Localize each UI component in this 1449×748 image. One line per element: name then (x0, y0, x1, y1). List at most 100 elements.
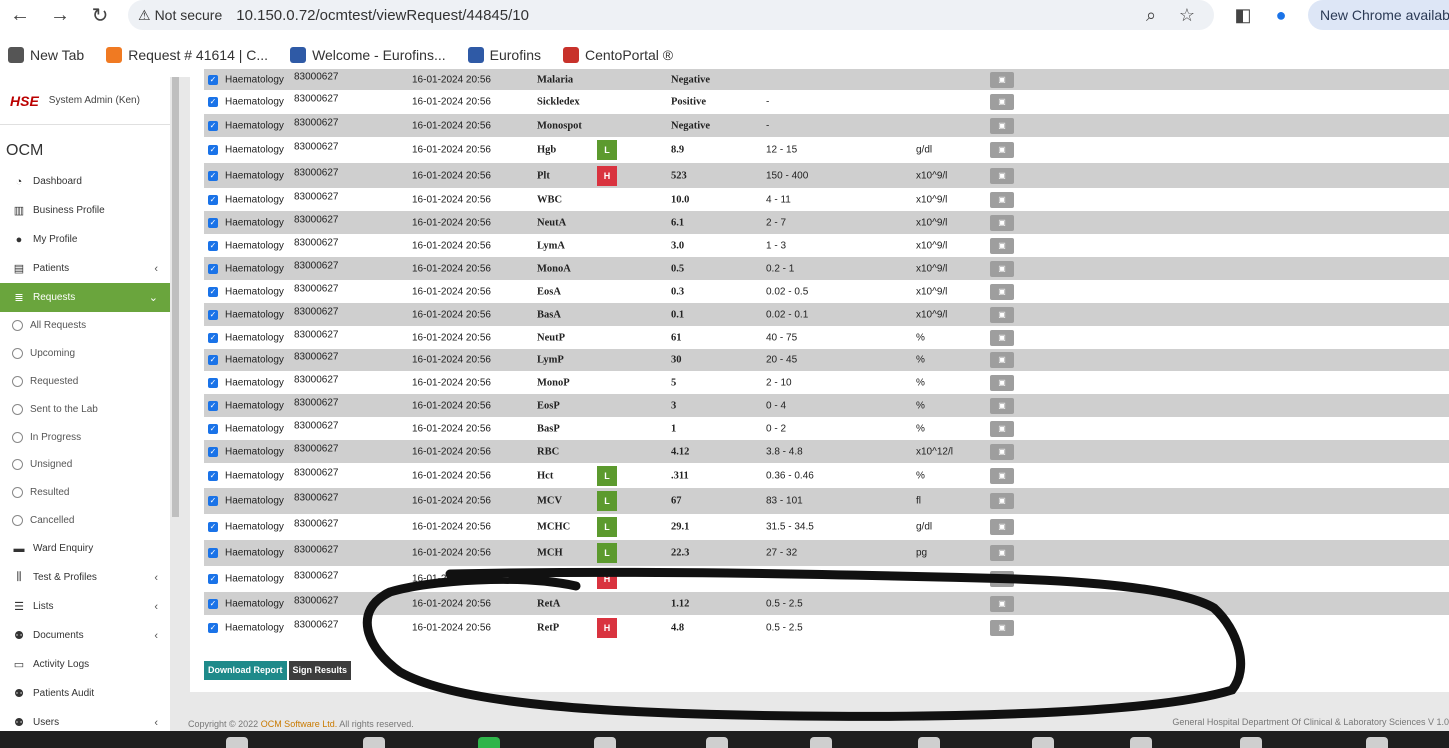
lock-icon[interactable]: ▣ (990, 620, 1014, 636)
leave-icon[interactable] (1366, 737, 1388, 748)
row-checkbox[interactable]: ✓ (208, 309, 218, 320)
bookmark-item[interactable]: Welcome - Eurofins... (290, 47, 446, 63)
sidebar-item-lists[interactable]: ☰ Lists ‹ (0, 592, 170, 621)
row-checkbox[interactable]: ✓ (208, 623, 218, 633)
back-button[interactable]: ← (0, 0, 40, 31)
reactions-icon[interactable] (918, 737, 940, 748)
sidebar-item-documents[interactable]: ⚉ Documents ‹ (0, 621, 170, 650)
more-icon[interactable] (1130, 737, 1152, 748)
lock-icon[interactable]: ▣ (990, 397, 1014, 414)
sidebar-item-dashboard[interactable]: ◔ Dashboard (0, 167, 170, 196)
row-checkbox[interactable]: ✓ (208, 522, 218, 532)
sidebar-item-all-requests[interactable]: All Requests (0, 312, 170, 340)
lock-icon[interactable]: ▣ (990, 467, 1014, 484)
lock-icon[interactable]: ▣ (990, 519, 1014, 535)
record-icon[interactable] (810, 737, 832, 748)
sign-results-button[interactable]: Sign Results (288, 661, 352, 680)
lock-icon[interactable]: ▣ (990, 545, 1014, 561)
lock-icon[interactable]: ▣ (990, 420, 1014, 437)
sidebar-scrollbar[interactable] (172, 77, 179, 517)
whiteboard-icon[interactable] (1032, 737, 1054, 748)
download-report-button[interactable]: Download Report (204, 661, 287, 680)
bookmark-star-icon[interactable]: ☆ (1172, 0, 1202, 30)
lock-icon[interactable]: ▣ (990, 94, 1014, 110)
lock-icon[interactable]: ▣ (990, 167, 1014, 184)
lock-icon[interactable]: ▣ (990, 71, 1014, 88)
row-checkbox[interactable]: ✓ (208, 263, 218, 274)
security-label[interactable]: Not secure (155, 7, 223, 23)
row-checkbox[interactable]: ✓ (208, 574, 218, 584)
row-checkbox[interactable]: ✓ (208, 332, 218, 343)
row-checkbox[interactable]: ✓ (208, 145, 218, 155)
sidebar-item-test-profiles[interactable]: ⫼ Test & Profiles ‹ (0, 563, 170, 592)
row-checkbox[interactable]: ✓ (208, 97, 218, 107)
lock-icon[interactable]: ▣ (990, 283, 1014, 300)
bookmark-item[interactable]: New Tab (8, 47, 84, 63)
row-checkbox[interactable]: ✓ (208, 470, 218, 481)
url-text[interactable]: 10.150.0.72/ocmtest/viewRequest/44845/10 (236, 7, 529, 24)
sidebar-item-resulted[interactable]: Resulted (0, 479, 170, 507)
bookmark-item[interactable]: Request # 41614 | C... (106, 47, 268, 63)
lock-icon[interactable]: ▣ (990, 117, 1014, 134)
sidebar-item-unsigned[interactable]: Unsigned (0, 451, 170, 479)
row-checkbox[interactable]: ✓ (208, 548, 218, 558)
row-checkbox[interactable]: ✓ (208, 74, 218, 85)
row-checkbox[interactable]: ✓ (208, 446, 218, 457)
row-checkbox[interactable]: ✓ (208, 120, 218, 131)
zoom-icon[interactable]: ⌕ (1136, 0, 1166, 30)
sidebar-item-users[interactable]: ⚉ Users ‹ (0, 708, 170, 731)
lock-icon[interactable]: ▣ (990, 237, 1014, 254)
reload-button[interactable]: ↻ (80, 0, 120, 31)
lock-icon[interactable]: ▣ (990, 191, 1014, 208)
row-checkbox[interactable]: ✓ (208, 170, 218, 181)
user-panel[interactable]: HSE System Admin (Ken) (0, 77, 170, 125)
row-checkbox[interactable]: ✓ (208, 598, 218, 609)
sidebar-item-in-progress[interactable]: In Progress (0, 423, 170, 451)
profile-icon[interactable]: ● (1266, 0, 1296, 30)
lock-icon[interactable]: ▣ (990, 571, 1014, 587)
sidebar-item-my-profile[interactable]: ● My Profile (0, 225, 170, 254)
row-checkbox[interactable]: ✓ (208, 194, 218, 205)
row-checkbox[interactable]: ✓ (208, 400, 218, 411)
row-checkbox[interactable]: ✓ (208, 423, 218, 434)
sidebar-item-patients-audit[interactable]: ⚉ Patients Audit (0, 679, 170, 708)
forward-button[interactable]: → (40, 0, 80, 31)
sidebar-item-activity-logs[interactable]: ▭ Activity Logs (0, 650, 170, 679)
row-checkbox[interactable]: ✓ (208, 355, 218, 365)
lock-icon[interactable]: ▣ (990, 142, 1014, 158)
share-icon[interactable] (478, 737, 500, 748)
bookmark-item[interactable]: CentoPortal ® (562, 47, 673, 63)
chat-icon[interactable] (363, 737, 385, 748)
lock-icon[interactable]: ▣ (990, 374, 1014, 391)
participants-icon[interactable] (226, 737, 248, 748)
sidebar-item-sent-to-the-lab[interactable]: Sent to the Lab (0, 395, 170, 423)
lock-icon[interactable]: ▣ (990, 352, 1014, 368)
lock-icon[interactable]: ▣ (990, 329, 1014, 346)
sidebar-item-patients[interactable]: ▤ Patients ‹ (0, 254, 170, 283)
lock-icon[interactable]: ▣ (990, 595, 1014, 612)
row-checkbox[interactable]: ✓ (208, 286, 218, 297)
sidebar-item-ward-enquiry[interactable]: ▬ Ward Enquiry (0, 534, 170, 563)
lock-icon[interactable]: ▣ (990, 493, 1014, 509)
lock-icon[interactable]: ▣ (990, 214, 1014, 231)
settings-icon[interactable] (1240, 737, 1262, 748)
lock-icon[interactable]: ▣ (990, 306, 1014, 323)
row-checkbox[interactable]: ✓ (208, 240, 218, 251)
lock-icon[interactable]: ▣ (990, 443, 1014, 460)
sidebar-item-cancelled[interactable]: Cancelled (0, 507, 170, 535)
sidebar-item-business-profile[interactable]: ▥ Business Profile (0, 196, 170, 225)
new-chrome-button[interactable]: New Chrome available (1308, 0, 1449, 30)
apps-icon[interactable] (706, 737, 728, 748)
sidebar-item-upcoming[interactable]: Upcoming (0, 340, 170, 368)
row-checkbox[interactable]: ✓ (208, 496, 218, 506)
row-checkbox[interactable]: ✓ (208, 377, 218, 388)
lock-icon[interactable]: ▣ (990, 260, 1014, 277)
side-panel-icon[interactable]: ◧ (1228, 0, 1258, 30)
company-link[interactable]: OCM Software Ltd. (261, 719, 338, 729)
address-bar[interactable]: ⚠ Not secure 10.150.0.72/ocmtest/viewReq… (128, 0, 1214, 30)
row-checkbox[interactable]: ✓ (208, 217, 218, 228)
notes-icon[interactable] (594, 737, 616, 748)
sidebar-item-requests[interactable]: ≣ Requests ⌄ (0, 283, 170, 312)
sidebar-item-requested[interactable]: Requested (0, 368, 170, 396)
bookmark-item[interactable]: Eurofins (467, 47, 541, 63)
